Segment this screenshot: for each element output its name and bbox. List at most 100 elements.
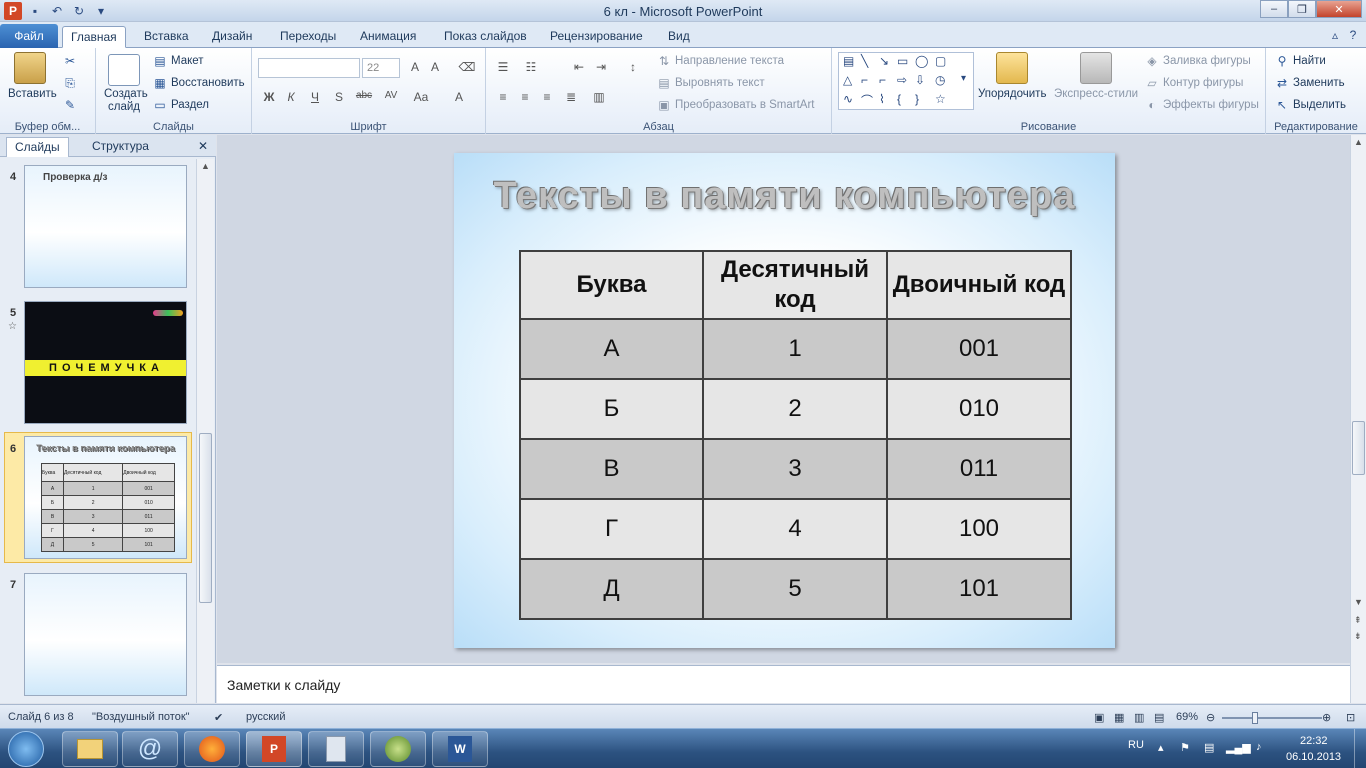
- table-cell[interactable]: 1: [702, 318, 888, 380]
- shape-outline-button[interactable]: ▱ Контур фигуры: [1144, 76, 1243, 90]
- mail-taskbar-icon[interactable]: @: [122, 731, 178, 767]
- strikethrough-button[interactable]: abc: [352, 90, 376, 101]
- table-header-cell[interactable]: Двоичный код: [886, 250, 1072, 320]
- tab-insert[interactable]: Вставка: [136, 26, 197, 48]
- next-slide-icon[interactable]: ⇟: [1354, 631, 1362, 642]
- slide-title[interactable]: Тексты в памяти компьютера: [454, 175, 1115, 218]
- find-button[interactable]: ⚲ Найти: [1274, 54, 1326, 68]
- replace-button[interactable]: ⇄ Заменить: [1274, 76, 1345, 90]
- tab-review[interactable]: Рецензирование: [542, 26, 651, 48]
- table-cell[interactable]: 011: [886, 438, 1072, 500]
- clear-format-icon[interactable]: ⌫: [458, 60, 476, 74]
- decrease-indent-icon[interactable]: ⇤: [570, 60, 588, 74]
- table-cell[interactable]: 101: [886, 558, 1072, 620]
- slide-thumbnail-4[interactable]: Проверка д/з: [24, 165, 187, 288]
- shrink-font-icon[interactable]: A: [426, 60, 444, 74]
- clock-time[interactable]: 22:32: [1300, 735, 1328, 747]
- zoom-in-icon[interactable]: ⊕: [1322, 711, 1331, 724]
- rounded-rect-shape-icon[interactable]: ▢: [935, 54, 946, 68]
- scrollbar-thumb[interactable]: [199, 433, 212, 603]
- powerpoint-taskbar-icon[interactable]: P: [246, 731, 302, 767]
- explorer-taskbar-icon[interactable]: [62, 731, 118, 767]
- keyboard-language[interactable]: RU: [1128, 739, 1144, 751]
- copy-icon[interactable]: ⎘: [62, 76, 78, 90]
- font-size-input[interactable]: 22: [362, 58, 400, 78]
- align-center-icon[interactable]: ≡: [516, 90, 534, 104]
- align-left-icon[interactable]: ≡: [494, 90, 512, 104]
- zoom-slider[interactable]: [1222, 717, 1322, 719]
- table-header-cell[interactable]: Десятичный код: [702, 250, 888, 320]
- table-cell[interactable]: В: [519, 438, 704, 500]
- justify-icon[interactable]: ≣: [562, 90, 580, 104]
- table-cell[interactable]: А: [519, 318, 704, 380]
- scroll-up-icon[interactable]: ▲: [1354, 137, 1363, 147]
- align-right-icon[interactable]: ≡: [538, 90, 556, 104]
- freeform-shape-icon[interactable]: ⌇: [879, 92, 885, 106]
- textbox-shape-icon[interactable]: ▤: [843, 54, 854, 68]
- line-spacing-icon[interactable]: ↕: [624, 60, 642, 74]
- spellcheck-icon[interactable]: ✔: [214, 711, 223, 724]
- bullets-icon[interactable]: ☰: [494, 60, 512, 74]
- arrange-button[interactable]: Упорядочить: [978, 88, 1046, 100]
- connector-shape-icon[interactable]: ⌐: [861, 73, 868, 87]
- right-brace-shape-icon[interactable]: }: [915, 92, 919, 106]
- arc-shape-icon[interactable]: ⌒: [861, 92, 873, 109]
- rectangle-shape-icon[interactable]: ▭: [897, 54, 908, 68]
- tab-slides[interactable]: Слайды: [6, 137, 69, 157]
- minimize-ribbon-icon[interactable]: ▵: [1326, 26, 1344, 44]
- normal-view-icon[interactable]: ▣: [1094, 711, 1104, 724]
- new-slide-label-1[interactable]: Создать: [104, 88, 148, 100]
- shape-fill-button[interactable]: ◈ Заливка фигуры: [1144, 54, 1250, 68]
- slide-thumbnail-5[interactable]: ПОЧЕМУЧКА: [24, 301, 187, 424]
- quick-styles-button[interactable]: Экспресс-стили: [1054, 88, 1138, 100]
- down-arrow-shape-icon[interactable]: ⇩: [915, 73, 925, 87]
- minimize-button[interactable]: –: [1260, 0, 1288, 18]
- shape-effects-button[interactable]: ◐ Эффекты фигуры: [1144, 98, 1258, 112]
- char-spacing-button[interactable]: AV: [380, 90, 402, 101]
- table-cell[interactable]: 4: [702, 498, 888, 560]
- zoom-out-icon[interactable]: ⊖: [1206, 711, 1215, 724]
- cut-icon[interactable]: ✂: [62, 54, 78, 68]
- slide-table[interactable]: Буква Десятичный код Двоичный код А 1 00…: [519, 250, 1072, 620]
- volume-icon[interactable]: ♪: [1256, 741, 1262, 753]
- shapes-gallery[interactable]: ▤ ╲ ↘ ▭ ◯ ▢ △ ⌐ ⌐ ⇨ ⇩ ◷ ∿ ⌒ ⌇ { } ☆ ▾: [838, 52, 974, 110]
- new-slide-label-2[interactable]: слайд: [108, 101, 140, 113]
- table-cell[interactable]: 100: [886, 498, 1072, 560]
- scrollbar-thumb[interactable]: [1352, 421, 1365, 475]
- tab-file[interactable]: Файл: [0, 24, 58, 48]
- paste-button[interactable]: Вставить: [8, 88, 57, 100]
- text-direction-button[interactable]: ⇅ Направление текста: [656, 54, 784, 68]
- tab-animations[interactable]: Анимация: [352, 26, 424, 48]
- more-shapes-icon[interactable]: ▾: [961, 73, 966, 84]
- tab-transitions[interactable]: Переходы: [272, 26, 344, 48]
- table-cell[interactable]: 5: [702, 558, 888, 620]
- elbow-shape-icon[interactable]: ⌐: [879, 73, 886, 87]
- table-cell[interactable]: Г: [519, 498, 704, 560]
- zoom-level[interactable]: 69%: [1176, 711, 1198, 723]
- font-color-button[interactable]: A: [450, 90, 468, 104]
- table-cell[interactable]: 3: [702, 438, 888, 500]
- triangle-shape-icon[interactable]: △: [843, 73, 852, 87]
- language-indicator[interactable]: русский: [246, 711, 285, 723]
- increase-indent-icon[interactable]: ⇥: [592, 60, 610, 74]
- oval-shape-icon[interactable]: ◯: [915, 54, 928, 68]
- select-button[interactable]: ↖ Выделить: [1274, 98, 1346, 112]
- slideshow-icon[interactable]: ▤: [1154, 711, 1164, 724]
- slide-thumbnail-6[interactable]: Тексты в памяти компьютера Буква Десятичн…: [24, 436, 187, 559]
- slide-sorter-icon[interactable]: ▦: [1114, 711, 1124, 724]
- columns-icon[interactable]: ▥: [590, 90, 608, 104]
- table-header-cell[interactable]: Буква: [519, 250, 704, 320]
- slide-area-scrollbar[interactable]: ▲ ▼ ⇞ ⇟: [1350, 135, 1366, 703]
- zoom-slider-thumb[interactable]: [1252, 712, 1258, 724]
- help-icon[interactable]: ?: [1344, 26, 1362, 44]
- format-painter-icon[interactable]: ✎: [62, 98, 78, 112]
- section-button[interactable]: ▭ Раздел: [152, 98, 209, 112]
- right-arrow-shape-icon[interactable]: ⇨: [897, 73, 907, 87]
- word-taskbar-icon[interactable]: W: [432, 731, 488, 767]
- start-button-icon[interactable]: [8, 731, 44, 767]
- previous-slide-icon[interactable]: ⇞: [1354, 615, 1362, 626]
- tab-view[interactable]: Вид: [660, 26, 698, 48]
- media-player-taskbar-icon[interactable]: [370, 731, 426, 767]
- arrange-icon[interactable]: [996, 52, 1028, 84]
- table-cell[interactable]: 001: [886, 318, 1072, 380]
